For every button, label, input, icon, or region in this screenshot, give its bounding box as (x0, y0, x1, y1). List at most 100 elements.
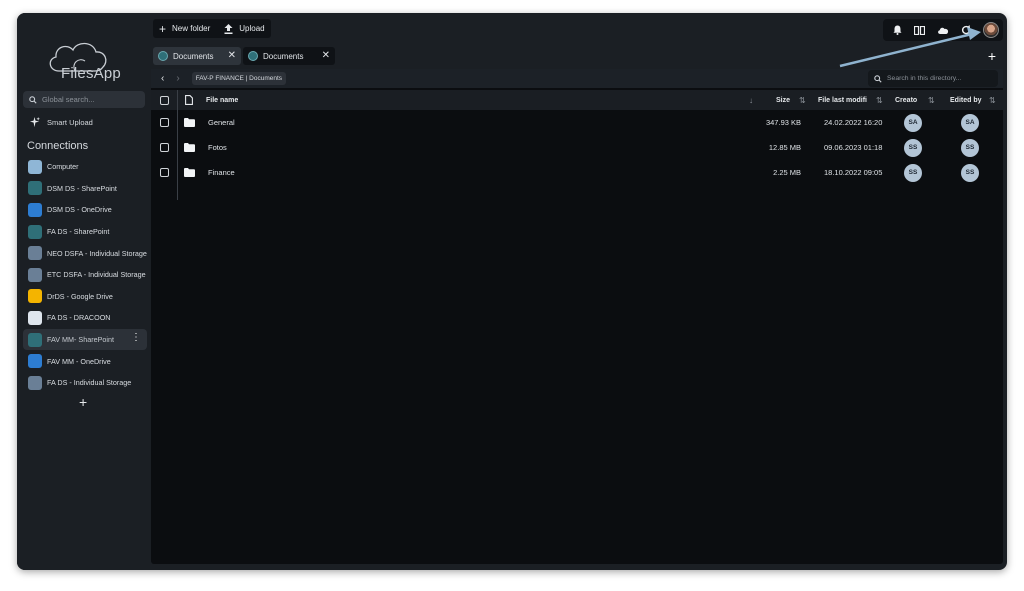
column-header-creator[interactable]: Creato (895, 90, 919, 110)
sharepoint-icon (28, 332, 42, 347)
global-search[interactable] (23, 91, 145, 108)
file-name[interactable]: Fotos (208, 135, 227, 160)
connection-item[interactable]: FA DS - SharePoint (23, 221, 147, 243)
tab-documents-2[interactable]: Documents ✕ (243, 47, 335, 65)
sort-down-icon[interactable]: ↓ (749, 90, 753, 110)
connection-label: NEO DSFA - Individual Storage (47, 248, 147, 258)
sharepoint-icon (248, 51, 258, 61)
file-browser: ‹ › FAV-P FINANCE | Documents File name … (151, 69, 1003, 564)
connection-item[interactable]: Computer (23, 156, 147, 178)
close-tab-icon[interactable]: ✕ (322, 50, 330, 61)
connection-item[interactable]: DSM DS - SharePoint (23, 178, 147, 200)
back-button[interactable]: ‹ (161, 73, 164, 84)
directory-search-input[interactable] (887, 75, 997, 82)
smart-upload-button[interactable]: Smart Upload (29, 117, 93, 128)
connection-item[interactable]: DrDS - Google Drive (23, 286, 147, 308)
table-row[interactable]: Finance 2.25 MB 18.10.2022 09:05 SS SS (151, 160, 1003, 185)
tab-bar: Documents ✕ Documents ✕ + (151, 47, 1003, 67)
storage-icon (28, 267, 42, 282)
dracoon-icon (28, 310, 42, 325)
column-header-edited-by[interactable]: Edited by (950, 90, 982, 110)
breadcrumb[interactable]: FAV-P FINANCE | Documents (191, 72, 287, 85)
connections-list: Computer DSM DS - SharePoint DSM DS - OneD… (23, 156, 147, 394)
file-icon (185, 95, 193, 105)
row-checkbox[interactable] (160, 118, 169, 127)
global-search-input[interactable] (42, 95, 137, 104)
column-header-size[interactable]: Size (776, 90, 790, 110)
connection-item[interactable]: ETC DSFA - Individual Storage (23, 264, 147, 286)
connection-item[interactable]: FA DS - Individual Storage (23, 372, 147, 394)
file-name[interactable]: General (208, 110, 235, 135)
select-all-checkbox[interactable] (160, 95, 169, 105)
new-folder-button[interactable]: + New folder (159, 23, 210, 35)
tab-label: Documents (263, 51, 304, 61)
connection-label: FA DS - Individual Storage (47, 378, 132, 388)
app-logo-text: FilesApp (61, 65, 121, 82)
sort-icon[interactable]: ⇅ (928, 90, 935, 110)
close-tab-icon[interactable]: ✕ (228, 50, 236, 61)
file-modified: 18.10.2022 09:05 (824, 168, 883, 177)
plus-icon: + (159, 21, 167, 36)
onedrive-icon (28, 354, 42, 369)
upload-button[interactable]: Upload (224, 23, 265, 34)
storage-icon (28, 375, 42, 390)
sort-icon[interactable]: ⇅ (876, 90, 883, 110)
file-name[interactable]: Finance (208, 160, 235, 185)
sort-icon[interactable]: ⇅ (799, 90, 806, 110)
column-header-modified[interactable]: File last modifi (818, 90, 870, 110)
storage-icon (28, 246, 42, 261)
connection-label: FAV MM - OneDrive (47, 356, 111, 366)
table-row[interactable]: General 347.93 KB 24.02.2022 16:20 SA SA (151, 110, 1003, 135)
more-options-icon[interactable]: ⋮ (131, 332, 141, 343)
bell-icon[interactable] (893, 25, 902, 35)
tab-label: Documents (173, 51, 214, 61)
connection-label: DSM DS - SharePoint (47, 183, 117, 193)
connection-item[interactable]: FAV MM - OneDrive (23, 350, 147, 372)
creator-badge: SA (904, 113, 922, 132)
table-row[interactable]: Fotos 12.85 MB 09.06.2023 01:18 SS SS (151, 135, 1003, 160)
editor-badge: SS (961, 163, 979, 182)
tab-documents-1[interactable]: Documents ✕ (153, 47, 241, 65)
refresh-icon[interactable] (961, 25, 971, 35)
header-tools (883, 19, 1003, 41)
connection-item[interactable]: FAV MM- SharePoint ⋮ (23, 328, 147, 351)
folder-icon (184, 143, 195, 152)
connection-label: Computer (47, 162, 79, 172)
connection-label: DSM DS - OneDrive (47, 205, 112, 215)
add-tab-button[interactable]: + (988, 49, 996, 63)
split-view-icon[interactable] (914, 25, 925, 35)
connections-heading: Connections (27, 140, 89, 152)
google-drive-icon (28, 289, 42, 304)
directory-search[interactable] (868, 70, 998, 87)
column-header-name[interactable]: File name (206, 90, 238, 110)
connection-item[interactable]: FA DS - DRACOON (23, 307, 147, 329)
connection-item[interactable]: DSM DS - OneDrive (23, 199, 147, 221)
upload-label: Upload (239, 24, 265, 33)
cloud-icon[interactable] (937, 26, 949, 34)
sharepoint-icon (28, 181, 42, 196)
creator-badge: SS (904, 163, 922, 182)
row-checkbox[interactable] (160, 168, 169, 177)
connection-item[interactable]: NEO DSFA - Individual Storage (23, 242, 147, 264)
add-connection-button[interactable]: + (79, 395, 87, 409)
sort-icon[interactable]: ⇅ (989, 90, 996, 110)
user-avatar[interactable] (983, 22, 999, 38)
path-bar: ‹ › FAV-P FINANCE | Documents (151, 69, 1003, 88)
sidebar: FilesApp Smart Upload Connections Comput… (17, 13, 151, 570)
sharepoint-icon (28, 224, 42, 239)
file-modified: 24.02.2022 16:20 (824, 118, 883, 127)
editor-badge: SA (961, 113, 979, 132)
search-icon (874, 74, 882, 83)
connection-label: ETC DSFA - Individual Storage (47, 270, 146, 280)
forward-button[interactable]: › (176, 73, 179, 84)
row-checkbox[interactable] (160, 143, 169, 152)
toolbar-actions: + New folder Upload (153, 19, 271, 38)
toolbar: + New folder Upload (151, 19, 1003, 41)
file-size: 2.25 MB (773, 168, 801, 177)
app-window: FilesApp Smart Upload Connections Comput… (17, 13, 1007, 570)
search-icon (29, 95, 37, 104)
folder-icon (184, 118, 195, 127)
connection-label: FA DS - DRACOON (47, 313, 111, 323)
sparkle-icon (29, 117, 40, 128)
connection-label: FAV MM- SharePoint (47, 335, 114, 345)
